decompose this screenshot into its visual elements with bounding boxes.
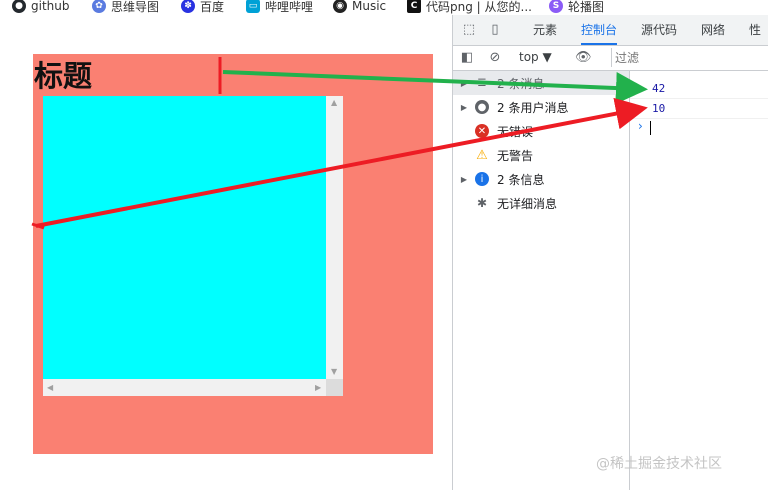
info-icon: i — [475, 172, 489, 186]
scroll-down-arrow-icon[interactable]: ▼ — [331, 367, 337, 377]
carbon-icon: C — [407, 0, 421, 13]
sidebar-item-errors[interactable]: ✕ 无错误 — [453, 119, 629, 143]
horizontal-scrollbar[interactable]: ◀ ▶ — [43, 379, 326, 396]
sidebar-item-info[interactable]: ▶ i 2 条信息 — [453, 167, 629, 191]
cyan-content-box — [43, 96, 326, 379]
error-icon: ✕ — [475, 124, 489, 138]
bookmark-baidu[interactable]: ✽ 百度 — [181, 0, 224, 15]
page-title: 标题 — [34, 59, 93, 93]
bookmark-bilibili[interactable]: ▭ 哔哩哔哩 — [246, 0, 313, 15]
console-output[interactable]: 42 10 › — [630, 71, 768, 490]
bilibili-icon: ▭ — [246, 0, 260, 13]
slider-icon: S — [549, 0, 563, 13]
inspect-element-icon[interactable]: ⬚ — [461, 22, 477, 38]
tab-console[interactable]: 控制台 — [581, 15, 618, 45]
console-log-line: 42 — [630, 79, 768, 99]
tab-network[interactable]: 网络 — [701, 15, 725, 45]
bookmark-music[interactable]: ◉ Music — [333, 0, 386, 15]
bug-icon: ✱ — [476, 196, 488, 210]
list-icon: ☰ — [477, 77, 487, 89]
console-sidebar: ▶ ☰ 2 条消息 ▶ ● 2 条用户消息 ✕ 无错误 ⚠ 无警告 ▶ i 2 … — [453, 71, 630, 490]
console-toolbar: ◧ ⊘ top ▼ 👁 — [453, 46, 768, 71]
device-toolbar-icon[interactable]: ▯ — [487, 22, 503, 38]
sidebar-item-user-messages[interactable]: ▶ ● 2 条用户消息 — [453, 95, 629, 119]
bookmark-github[interactable]: ● github — [12, 0, 69, 15]
user-icon: ● — [475, 100, 489, 114]
github-icon: ● — [12, 0, 26, 13]
scroll-left-arrow-icon[interactable]: ◀ — [47, 383, 53, 393]
watermark: @稀土掘金技术社区 — [596, 456, 722, 472]
devtools-panel: ⬚ ▯ 元素 控制台 源代码 网络 性能 ◧ ⊘ top ▼ 👁 ▶ ☰ 2 条… — [452, 15, 768, 490]
expand-arrow-icon: ▶ — [460, 174, 468, 184]
eye-icon[interactable]: 👁 — [575, 50, 592, 66]
tab-sources[interactable]: 源代码 — [641, 15, 677, 45]
sidebar-item-verbose[interactable]: ✱ 无详细消息 — [453, 191, 629, 215]
context-select[interactable]: top ▼ — [519, 50, 552, 64]
expand-arrow-icon: ▶ — [460, 102, 468, 112]
sidebar-item-warnings[interactable]: ⚠ 无警告 — [453, 143, 629, 167]
scroll-up-arrow-icon[interactable]: ▲ — [331, 98, 337, 108]
bookmark-carbon[interactable]: C 代码png | 从您的... — [407, 0, 532, 15]
vertical-scrollbar[interactable]: ▲ ▼ — [326, 96, 343, 379]
music-icon: ◉ — [333, 0, 347, 13]
devtools-tabbar: ⬚ ▯ 元素 控制台 源代码 网络 性能 — [453, 15, 768, 67]
expand-arrow-icon: ▶ — [460, 78, 468, 88]
console-input-cursor[interactable] — [650, 121, 651, 135]
filter-input[interactable] — [611, 48, 768, 67]
sidebar-toggle-icon[interactable]: ◧ — [459, 50, 475, 66]
scroll-container[interactable]: ▲ ▼ ◀ ▶ — [43, 96, 343, 396]
sidebar-item-messages[interactable]: ▶ ☰ 2 条消息 — [453, 71, 629, 95]
scroll-right-arrow-icon[interactable]: ▶ — [315, 383, 321, 393]
bookmarks-bar: ● github ✿ 思维导图 ✽ 百度 ▭ 哔哩哔哩 ◉ Music C 代码… — [0, 0, 768, 15]
mindmap-icon: ✿ — [92, 0, 106, 13]
warning-icon: ⚠ — [476, 147, 488, 163]
bookmark-mindmap[interactable]: ✿ 思维导图 — [92, 0, 159, 15]
scrollbar-corner — [326, 379, 343, 396]
tab-performance[interactable]: 性能 — [749, 15, 768, 67]
baidu-paw-icon: ✽ — [181, 0, 195, 13]
bookmark-slider[interactable]: S 轮播图 — [549, 0, 604, 15]
tab-elements[interactable]: 元素 — [533, 15, 557, 45]
console-log-line: 10 — [630, 99, 768, 119]
console-prompt-icon: › — [638, 119, 643, 133]
clear-console-icon[interactable]: ⊘ — [487, 50, 503, 66]
